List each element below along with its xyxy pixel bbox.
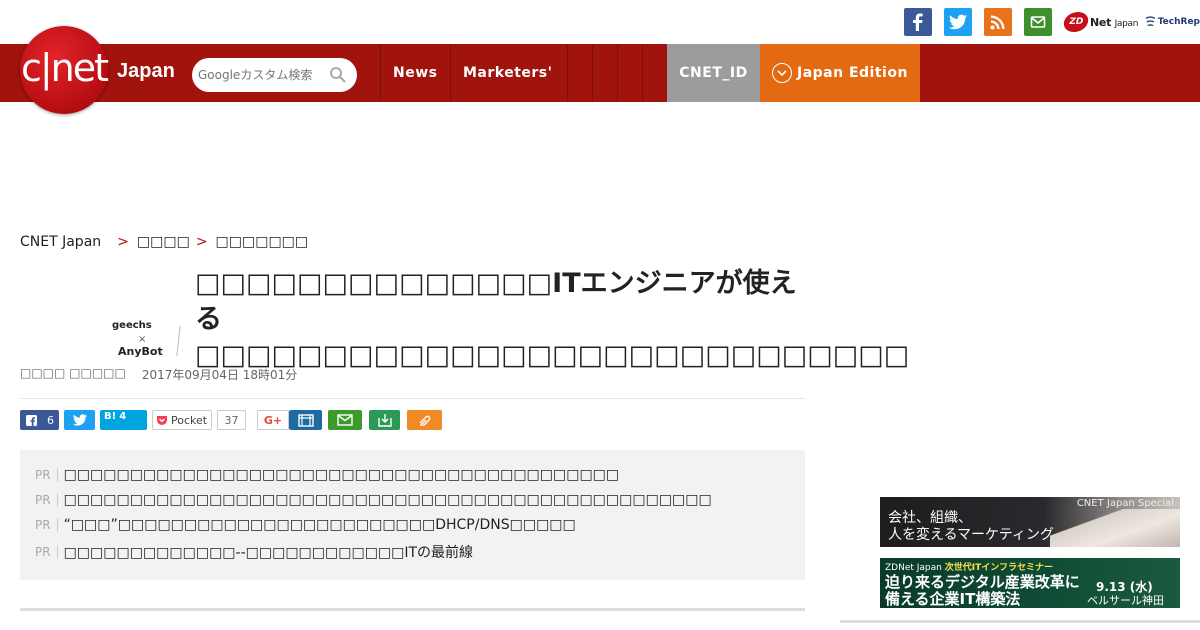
mail-icon[interactable] xyxy=(1024,8,1052,36)
banner-line2: 人を変えるマーケティング xyxy=(888,527,1054,543)
hatena-icon: B! xyxy=(104,411,117,422)
pr-label: PR xyxy=(35,518,58,532)
cnet-id-button[interactable]: CNET_ID xyxy=(667,44,760,102)
main-nav xyxy=(0,44,1200,102)
edition-selector[interactable]: Japan Edition xyxy=(760,44,920,102)
pr-item: PR “□□□”□□□□□□□□□□□□□□□□□□□□□□□□DHCP/DNS… xyxy=(35,517,576,533)
breadcrumb-subcategory[interactable]: □□□□□□□ xyxy=(216,234,309,250)
print-button[interactable] xyxy=(289,410,322,430)
search-box xyxy=(192,58,357,92)
pr-label: PR xyxy=(35,545,58,559)
google-plus-button[interactable]: G+ xyxy=(257,410,289,430)
hatena-bookmark-button[interactable]: B! 4 xyxy=(100,410,147,430)
facebook-share-count: 6 xyxy=(47,413,54,427)
pr-link[interactable]: □□□□□□□□□□□□□--□□□□□□□□□□□□ITの最前線 xyxy=(64,542,473,562)
divider xyxy=(20,608,805,611)
article-meta: □□□□ □□□□□ 2017年09月04日 18時01分 xyxy=(20,366,297,383)
download-button[interactable] xyxy=(369,410,400,430)
twitter-icon xyxy=(72,414,87,426)
pr-item: PR □□□□□□□□□□□□□□□□□□□□□□□□□□□□□□□□□□□□□… xyxy=(35,467,619,483)
rss-icon[interactable] xyxy=(984,8,1012,36)
search-icon[interactable] xyxy=(329,66,347,84)
hatena-count: 4 xyxy=(119,411,127,422)
breadcrumb-separator: > xyxy=(117,234,129,250)
breadcrumb: CNET Japan > □□□□ > □□□□□□□ xyxy=(20,234,308,250)
pr-item: PR □□□□□□□□□□□□□--□□□□□□□□□□□□ITの最前線 xyxy=(35,542,473,562)
breadcrumb-separator: > xyxy=(195,234,208,250)
nav-item-news[interactable]: News xyxy=(381,44,449,102)
print-icon xyxy=(297,413,314,427)
seminar-title-line2: 備える企業IT構築法 xyxy=(885,590,1021,608)
pr-link[interactable]: □□□□□□□□□□□□□□□□□□□□□□□□□□□□□□□□□□□□□□□□… xyxy=(64,492,712,508)
paperclip-icon xyxy=(419,415,430,426)
pocket-count: 37 xyxy=(217,410,246,430)
download-icon xyxy=(377,414,392,427)
seminar-venue: ベルサール神田 xyxy=(1087,594,1164,607)
thumb-geechs-text: geechs xyxy=(112,320,152,331)
cnet-logo-text: c|net xyxy=(20,46,109,90)
twitter-icon[interactable] xyxy=(944,8,972,36)
facebook-icon[interactable] xyxy=(904,8,932,36)
mail-share-button[interactable] xyxy=(328,410,362,430)
marketing-special-banner[interactable]: CNET Japan Special 会社、組織、 人を変えるマーケティング xyxy=(880,497,1180,547)
zdnet-suffix: Japan xyxy=(1114,18,1139,29)
pocket-label: Pocket xyxy=(171,413,208,427)
breadcrumb-home[interactable]: CNET Japan xyxy=(20,234,101,250)
nav-separator xyxy=(592,44,593,102)
cnet-logo[interactable]: c|net xyxy=(20,26,109,114)
breadcrumb-category[interactable]: □□□□ xyxy=(137,234,190,250)
pr-link[interactable]: □□□□□□□□□□□□□□□□□□□□□□□□□□□□□□□□□□□□□□□□… xyxy=(64,467,620,483)
facebook-icon xyxy=(26,414,37,426)
edition-label: Japan Edition xyxy=(797,65,908,81)
article-date: 2017年09月04日 18時01分 xyxy=(141,368,298,382)
techrepublic-logo[interactable]: TechRep xyxy=(1145,10,1200,34)
techrepublic-text: TechRep xyxy=(1157,17,1200,27)
pr-label: PR xyxy=(35,493,58,507)
article-title: □□□□□□□□□□□□□□ITエンジニアが使える□□□□□□□□□□□□□□□… xyxy=(195,268,910,371)
nav-separator xyxy=(567,44,568,102)
article-author: □□□□ □□□□□ xyxy=(20,366,126,380)
chevron-down-icon xyxy=(772,63,792,83)
thumb-anybot-text: AnyBot xyxy=(118,345,163,358)
pr-item: PR □□□□□□□□□□□□□□□□□□□□□□□□□□□□□□□□□□□□□… xyxy=(35,492,712,508)
pr-links-box: PR □□□□□□□□□□□□□□□□□□□□□□□□□□□□□□□□□□□□□… xyxy=(20,450,805,580)
pocket-button[interactable]: Pocket xyxy=(152,410,212,430)
seminar-banner[interactable]: ZDNet Japan 次世代ITインフラセミナー 迫り来るデジタル産業改革に … xyxy=(880,558,1180,608)
nav-item-marketers[interactable]: Marketers' xyxy=(451,44,564,102)
facebook-share-button[interactable]: 6 xyxy=(20,410,59,430)
banner-photo xyxy=(1050,509,1180,547)
pocket-icon xyxy=(157,415,167,425)
zdnet-badge: ZD xyxy=(1061,12,1091,32)
top-utility-bar: ZD Net Japan TechRep xyxy=(0,0,1200,44)
twitter-share-button[interactable] xyxy=(64,410,95,430)
banner-special-label: CNET Japan Special xyxy=(1076,498,1174,509)
clip-button[interactable] xyxy=(407,410,442,430)
zdnet-japan-logo[interactable]: ZD Net Japan xyxy=(1061,8,1139,36)
thumb-cross-text: × xyxy=(138,334,147,345)
pr-label: PR xyxy=(35,468,58,482)
divider xyxy=(20,398,805,399)
pr-link[interactable]: “□□□”□□□□□□□□□□□□□□□□□□□□□□□□DHCP/DNS□□□… xyxy=(64,517,576,533)
techrepublic-icon xyxy=(1145,16,1156,27)
nav-separator xyxy=(617,44,618,102)
search-input[interactable] xyxy=(198,68,328,82)
zdnet-text: Net xyxy=(1090,15,1112,29)
mail-icon xyxy=(337,414,353,426)
logo-suffix: Japan xyxy=(117,60,175,82)
article-thumbnail: geechs × AnyBot xyxy=(108,318,183,360)
thumb-divider xyxy=(176,326,181,356)
nav-separator xyxy=(642,44,643,102)
divider xyxy=(840,620,1200,623)
